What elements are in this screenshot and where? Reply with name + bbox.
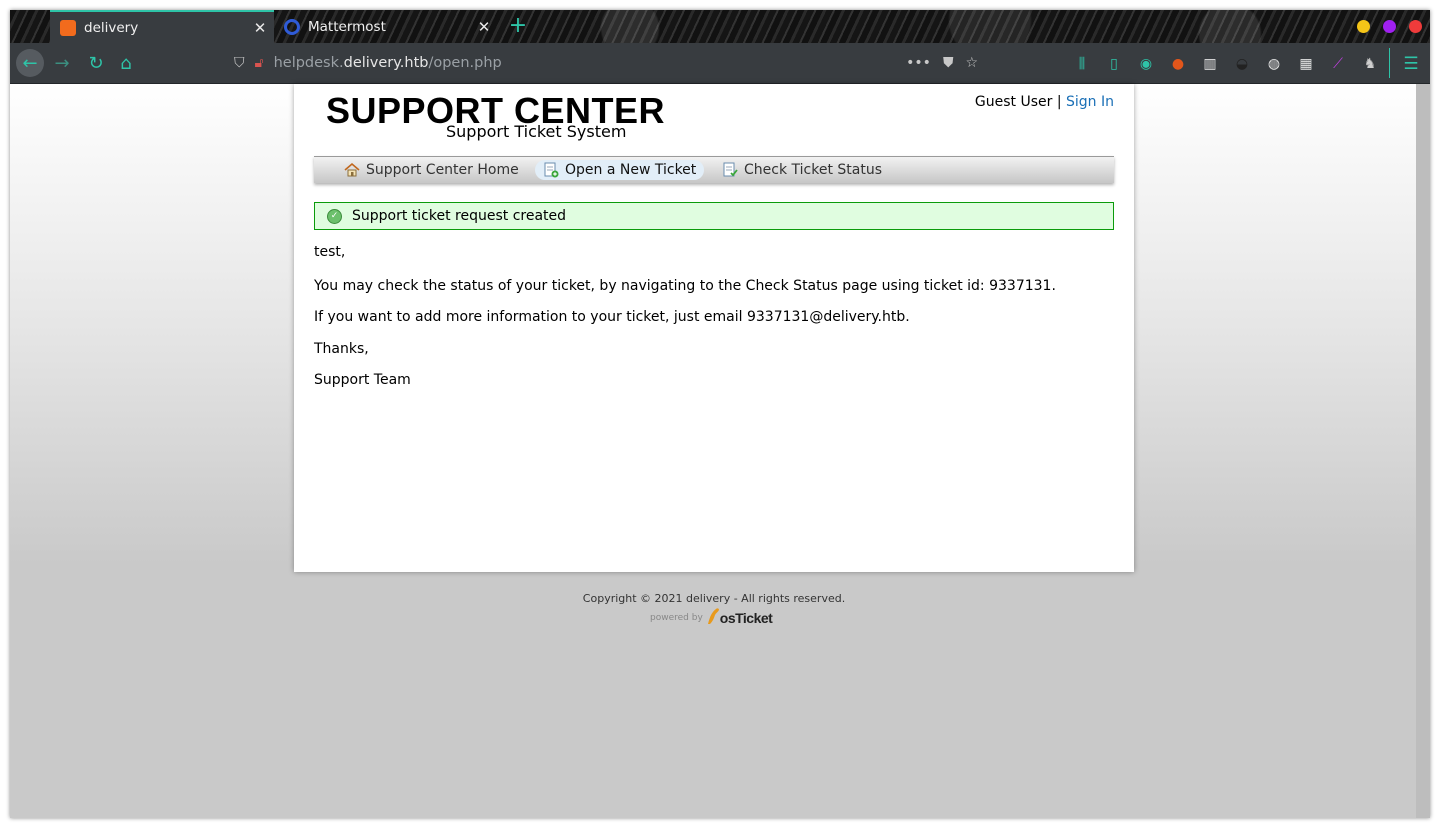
pocket-icon[interactable]: ⛊ — [943, 55, 954, 71]
sign-in-link[interactable]: Sign In — [1066, 94, 1114, 110]
page-container: SUPPORT CENTER Support Ticket System Gue… — [294, 84, 1134, 572]
nav-support-center-home[interactable]: Support Center Home — [344, 160, 519, 180]
message-email-line: If you want to add more information to y… — [314, 309, 910, 325]
tab-title: delivery — [84, 19, 139, 36]
back-button[interactable]: ← — [16, 49, 44, 77]
osticket-brand: osTicket — [719, 610, 773, 626]
user-bar: Guest User | Sign In — [975, 94, 1114, 110]
nav-label: Open a New Ticket — [565, 162, 697, 178]
extension-qr-icon[interactable]: ▦ — [1296, 54, 1316, 74]
powered-by-osticket[interactable]: powered by osTicket — [650, 604, 773, 626]
guest-user-label: Guest User — [974, 94, 1053, 110]
extension-fox-icon[interactable]: ● — [1168, 54, 1188, 74]
close-window-button[interactable] — [1409, 20, 1422, 33]
page-viewport: SUPPORT CENTER Support Ticket System Gue… — [10, 84, 1430, 818]
navigation-bar: ← → ↻ ⌂ ⛉ 🔓︎ helpdesk. delivery.htb /ope… — [10, 43, 1430, 84]
url-path: /open.php — [428, 55, 502, 71]
extension-hat-icon[interactable]: ◒ — [1232, 54, 1252, 74]
bookmark-star-icon[interactable]: ☆ — [965, 55, 978, 71]
osticket-kangaroo-icon — [707, 608, 719, 624]
extension-globe-icon[interactable]: ◍ — [1264, 54, 1284, 74]
home-icon — [344, 162, 360, 177]
toolbar-divider — [1389, 48, 1390, 78]
main-nav: Support Center Home Open a New Ticket Ch… — [314, 156, 1114, 183]
page-scrollbar[interactable] — [1416, 84, 1430, 818]
alert-text: Support ticket request created — [352, 208, 567, 224]
account-icon[interactable]: ◉ — [1136, 54, 1156, 74]
osticket-favicon-icon — [60, 19, 76, 36]
message-status-line: You may check the status of your ticket,… — [314, 278, 1056, 294]
user-separator: | — [1056, 94, 1062, 110]
success-check-icon: ✓ — [327, 208, 342, 224]
nav-open-new-ticket[interactable]: Open a New Ticket — [535, 160, 705, 180]
message-signature: Support Team — [314, 372, 411, 388]
url-prefix: helpdesk. — [273, 55, 344, 71]
more-actions-icon[interactable]: ••• — [906, 55, 931, 71]
nav-check-ticket-status[interactable]: Check Ticket Status — [722, 160, 882, 180]
success-alert: ✓ Support ticket request created — [314, 202, 1114, 230]
library-icon[interactable]: ⫼ — [1072, 54, 1092, 74]
new-ticket-icon — [544, 162, 559, 178]
extension-fence-icon[interactable]: ▥ — [1200, 54, 1220, 74]
url-bar[interactable]: ⛉ 🔓︎ helpdesk. delivery.htb /open.php ••… — [226, 48, 986, 78]
powered-by-label: powered by — [650, 613, 703, 623]
ticket-status-icon — [723, 162, 738, 177]
minimize-button[interactable] — [1357, 20, 1370, 33]
home-button[interactable]: ⌂ — [112, 49, 140, 77]
reload-button[interactable]: ↻ — [82, 49, 110, 77]
logo-subtitle: Support Ticket System — [446, 122, 627, 141]
sidebar-icon[interactable]: ▯ — [1104, 54, 1124, 74]
tab-delivery[interactable]: delivery ✕ — [50, 10, 274, 43]
tab-mattermost[interactable]: Mattermost ✕ — [274, 10, 498, 43]
nav-label: Check Ticket Status — [744, 162, 882, 178]
shield-icon[interactable]: ⛉ — [234, 55, 245, 71]
nav-label: Support Center Home — [366, 162, 519, 178]
close-tab-icon[interactable]: ✕ — [470, 18, 498, 36]
tab-title: Mattermost — [308, 18, 386, 35]
mattermost-favicon-icon — [284, 18, 300, 35]
menu-icon[interactable]: ☰ — [1401, 54, 1421, 74]
insecure-lock-icon[interactable]: 🔓︎ — [255, 55, 264, 71]
extension-feather-icon[interactable]: ⟋ — [1328, 54, 1348, 74]
url-domain: delivery.htb — [343, 55, 429, 71]
tab-strip: delivery ✕ Mattermost ✕ + — [10, 10, 1430, 43]
extension-puzzle-icon[interactable]: ♞ — [1360, 54, 1380, 74]
close-tab-icon[interactable]: ✕ — [246, 19, 274, 37]
new-tab-button[interactable]: + — [506, 15, 530, 39]
forward-button[interactable]: → — [48, 49, 76, 77]
message-thanks: Thanks, — [314, 341, 369, 357]
message-greeting: test, — [314, 244, 346, 260]
maximize-button[interactable] — [1383, 20, 1396, 33]
browser-window: delivery ✕ Mattermost ✕ + ← → ↻ ⌂ ⛉ 🔓︎ h… — [10, 10, 1430, 818]
